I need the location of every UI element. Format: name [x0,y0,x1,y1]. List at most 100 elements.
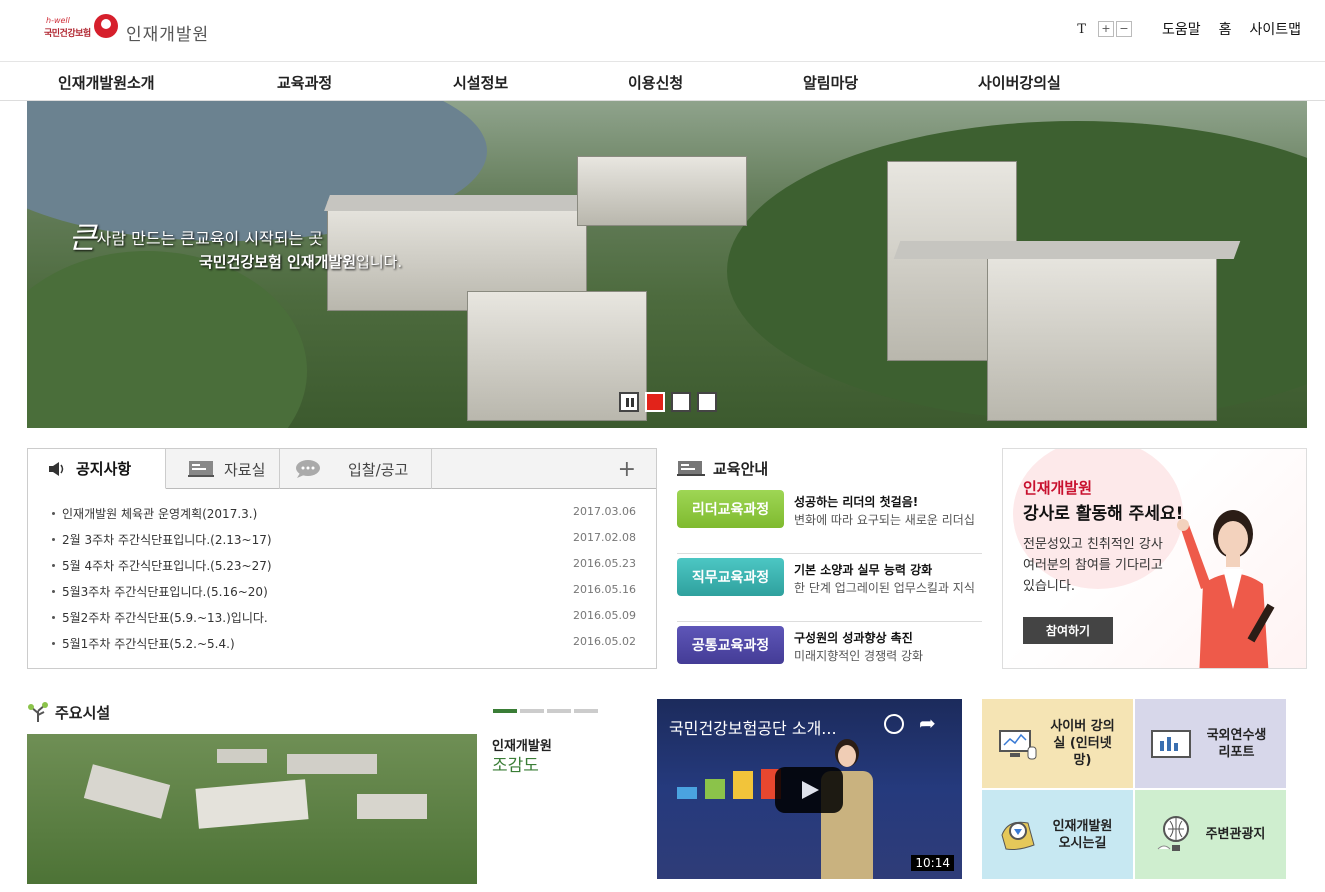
nav-courses[interactable]: 교육과정 [277,72,332,93]
lecturer-recruit-banner[interactable]: 인재개발원 강사로 활동해 주세요! 전문성있고 친취적인 강사여러분의 참여를… [1002,448,1307,669]
sitemap-link[interactable]: 사이트맵 [1249,19,1301,39]
edu-common: 공통교육과정 구성원의 성과향상 촉진 미래지향적인 경쟁력 강화 [677,626,982,690]
building-right-roof [893,241,1241,259]
facility-slide-indicator [493,709,598,713]
list-item[interactable]: 인재개발원 체육관 운영계획(2017.3.) 2017.03.06 [50,505,636,531]
play-button-icon[interactable] [775,767,843,813]
leader-course-button[interactable]: 리더교육과정 [677,490,784,528]
tab-archive-label: 자료실 [224,460,266,479]
join-button[interactable]: 참여하기 [1023,617,1113,644]
logo-brand: 국민건강보험 [44,29,91,39]
edu-heading: 교육안내 [677,458,768,479]
facility-caption-2: 조감도 [492,756,539,776]
aerial-building [357,794,427,819]
notice-date: 2016.05.02 [573,635,636,648]
list-item[interactable]: 5월1주차 주간식단표(5.2.~5.4.) 2016.05.02 [50,635,636,661]
building-back [577,156,747,226]
share-icon[interactable]: ➦ [919,711,936,735]
indicator-dot[interactable] [574,709,598,713]
notice-title[interactable]: 5월2주차 주간식단표(5.9.~13.)입니다. [50,609,268,635]
notice-title[interactable]: 인재개발원 체육관 운영계획(2017.3.) [50,505,257,531]
edu-leader: 리더교육과정 성공하는 리더의 첫걸음! 변화에 따라 요구되는 새로운 리더십 [677,490,982,554]
list-item[interactable]: 2월 3주차 주간식단표입니다.(2.13~17) 2017.02.08 [50,531,636,557]
overseas-report-link[interactable]: 국외연수생 리포트 [1135,699,1286,788]
edu-sub: 미래지향적인 경쟁력 강화 [794,649,924,663]
education-guide: 교육안내 리더교육과정 성공하는 리더의 첫걸음! 변화에 따라 요구되는 새로… [677,448,982,669]
home-link[interactable]: 홈 [1219,19,1232,39]
slide-dot-2[interactable] [671,392,691,412]
tab-notice-label: 공지사항 [76,460,132,478]
tab-bid[interactable]: 입찰/공고 [280,449,432,489]
utility-menu: T + − 도움말 홈 사이트맵 [1077,18,1301,40]
quick-label: 인재개발원 오시는길 [1052,818,1113,851]
notice-date: 2016.05.23 [573,557,636,570]
quick-label: 사이버 강의실 (인터넷망) [1050,719,1115,768]
recruit-line3: 전문성있고 친취적인 강사여러분의 참여를 기다리고 있습니다. [1023,537,1163,594]
nav-cyber-class[interactable]: 사이버강의실 [978,72,1061,93]
notice-list: 인재개발원 체육관 운영계획(2017.3.) 2017.03.06 2월 3주차… [50,505,636,661]
speaker-icon [49,461,64,476]
nav-application[interactable]: 이용신청 [628,72,683,93]
edu-sub: 변화에 따라 요구되는 새로운 리더십 [794,513,975,527]
logo[interactable]: h-well 국민건강보험 인재개발원 [44,14,224,50]
speech-bubble-icon [296,460,320,478]
slogan-big-char: 큰 [69,221,97,256]
tab-bid-label: 입찰/공고 [348,460,409,479]
balloon-icon [1157,815,1189,851]
nav-about[interactable]: 인재개발원소개 [58,72,155,93]
notice-title[interactable]: 5월1주차 주간식단표(5.2.~5.4.) [50,635,235,661]
monitor-icon [998,729,1036,759]
tab-notice[interactable]: 공지사항 [28,449,166,489]
notice-panel: 공지사항 자료실 입찰/공고 + 인재개발원 체육관 운영계획(2017.3.)… [27,448,657,669]
nav-facilities[interactable]: 시설정보 [453,72,508,93]
more-plus-icon[interactable]: + [618,457,636,482]
tab-archive[interactable]: 자료실 [166,449,280,489]
list-item[interactable]: 5월2주차 주간식단표(5.9.~13.)입니다. 2016.05.09 [50,609,636,635]
cyber-class-link[interactable]: 사이버 강의실 (인터넷망) [982,699,1133,788]
main-facility: 주요시설 인재개발원 조감도 [27,699,607,889]
notice-title[interactable]: 2월 3주차 주간식단표입니다.(2.13~17) [50,531,272,557]
aerial-building [83,764,171,819]
directions-link[interactable]: 인재개발원 오시는길 [982,790,1133,879]
intro-video[interactable]: 국민건강보험공단 소개... ➦ 10:14 [657,699,962,879]
list-item[interactable]: 5월3주차 주간식단표입니다.(5.16~20) 2016.05.16 [50,583,636,609]
tourism-link[interactable]: 주변관광지 [1135,790,1286,879]
notice-date: 2017.02.08 [573,531,636,544]
video-title[interactable]: 국민건강보험공단 소개... [669,715,869,739]
quick-label: 국외연수생 리포트 [1206,727,1267,760]
indicator-dot[interactable] [520,709,544,713]
map-pin-icon [1000,821,1035,850]
logo-tagline: h-well [46,16,70,25]
font-size-controls: + − [1097,21,1132,37]
common-course-button[interactable]: 공통교육과정 [677,626,784,664]
main-visual-banner: 큰사람 만드는 큰교육이 시작되는 곳 국민건강보험 인재개발원입니다. [27,101,1307,428]
pause-icon[interactable] [619,392,639,412]
notice-title[interactable]: 5월 4주차 주간식단표입니다.(5.23~27) [50,557,272,583]
font-decrease-button[interactable]: − [1115,21,1132,37]
building-right [987,251,1217,421]
list-item[interactable]: 5월 4주차 주간식단표입니다.(5.23~27) 2016.05.23 [50,557,636,583]
tree-icon [28,702,48,722]
banner-subtitle: 국민건강보험 인재개발원입니다. [199,251,402,272]
indicator-dot[interactable] [547,709,571,713]
watch-later-icon[interactable] [884,714,904,734]
notice-date: 2016.05.09 [573,609,636,622]
help-link[interactable]: 도움말 [1162,19,1201,39]
font-size-label: T [1077,21,1086,37]
slide-controls [619,392,717,412]
notice-title[interactable]: 5월3주차 주간식단표입니다.(5.16~20) [50,583,268,609]
facility-aerial-image[interactable] [27,734,477,884]
quick-label: 주변관광지 [1205,827,1266,842]
notice-date: 2016.05.16 [573,583,636,596]
indicator-dot[interactable] [493,709,517,713]
font-increase-button[interactable]: + [1097,21,1114,37]
building-roof [324,195,600,211]
nav-notice[interactable]: 알림마당 [803,72,858,93]
slide-dot-3[interactable] [697,392,717,412]
slide-dot-1[interactable] [645,392,665,412]
job-course-button[interactable]: 직무교육과정 [677,558,784,596]
edu-sub: 한 단계 업그레이된 업무스킬과 지식 [794,581,975,595]
subtitle-bold: 국민건강보험 인재개발원 [199,253,357,271]
edu-job: 직무교육과정 기본 소양과 실무 능력 강화 한 단계 업그레이된 업무스킬과 … [677,558,982,622]
aerial-building [195,779,309,829]
